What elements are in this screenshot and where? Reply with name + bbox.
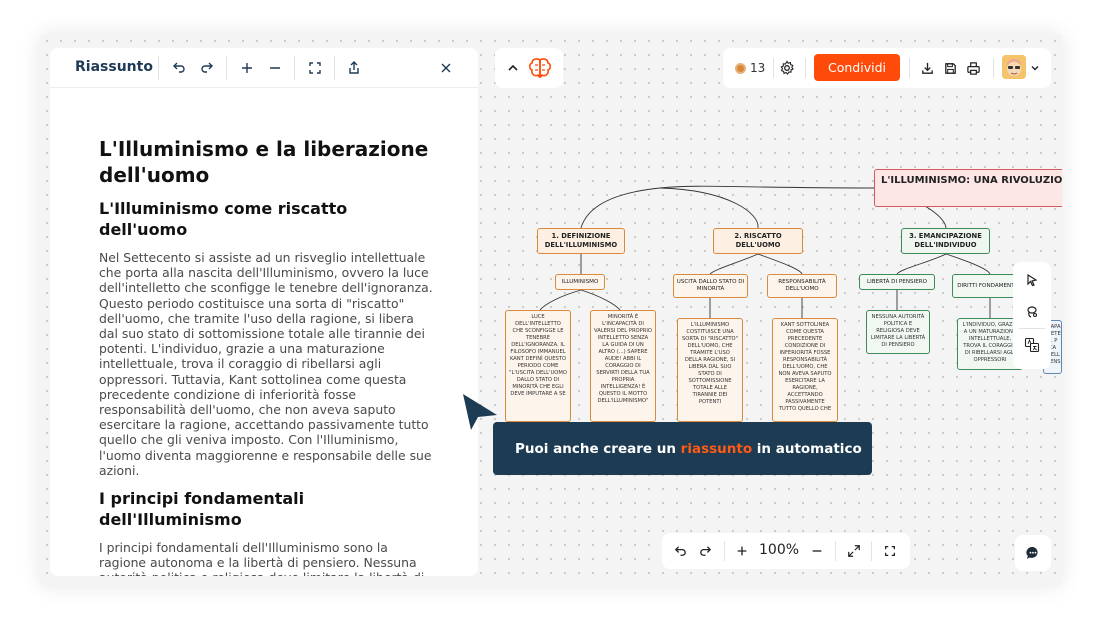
mindmap-tag-responsabilita[interactable]: RESPONSABILITÀ DELL'UOMO	[767, 274, 837, 298]
mindmap-leaf[interactable]: LUCE DELL'INTELLETTO CHE SCONFIGGE LE TE…	[505, 310, 571, 422]
section-heading: L'Illuminismo come riscatto dell'uomo	[99, 199, 348, 239]
undo-icon	[173, 62, 185, 73]
toolbar-divider	[773, 58, 774, 78]
toolbar-divider	[993, 58, 994, 78]
toolbar-divider	[871, 541, 872, 561]
zoom-in-button[interactable]	[235, 56, 259, 80]
document-title: L'Illuminismo e la liberazione dell'uomo	[99, 137, 429, 187]
chevron-up-icon	[508, 64, 518, 71]
plus-icon	[737, 546, 747, 556]
close-icon	[441, 63, 451, 73]
fullscreen-icon	[885, 546, 895, 556]
undo-button[interactable]	[167, 56, 191, 80]
lasso-tool-button[interactable]	[1022, 302, 1042, 322]
redo-icon	[699, 545, 711, 556]
summary-toolbar: Riassunto	[50, 48, 478, 88]
chat-button[interactable]	[1015, 535, 1051, 571]
save-icon	[944, 62, 956, 74]
lasso-icon	[1027, 306, 1038, 318]
toolbar-divider	[334, 56, 335, 80]
translate-icon	[1024, 337, 1040, 353]
redo-button[interactable]	[695, 541, 715, 561]
account-menu-button[interactable]	[1028, 58, 1042, 78]
download-icon	[921, 62, 933, 74]
share-icon	[349, 61, 359, 74]
section-heading: I principi fondamentali dell'Illuminismo	[99, 489, 305, 530]
mindmap-tag-illuminismo[interactable]: ILLUMINISMO	[555, 274, 605, 290]
mindmap-tag-uscita[interactable]: USCITA DALLO STATO DI MINORITÀ	[673, 274, 748, 298]
app-window: Riassunto L'Illuminismo e la liberazione…	[40, 34, 1062, 586]
fullscreen-button[interactable]	[303, 56, 327, 80]
avatar[interactable]	[1002, 55, 1026, 79]
credits-counter[interactable]: 13	[735, 58, 765, 78]
print-icon	[966, 61, 980, 75]
minus-icon	[812, 550, 822, 552]
brain-icon	[528, 58, 552, 78]
settings-icon	[780, 60, 794, 75]
toolbar-divider	[909, 58, 910, 78]
mindmap-leaf[interactable]: L'ILLUMINISMO COSTITUISCE UNA SORTA DI "…	[677, 318, 743, 422]
settings-button[interactable]	[777, 58, 797, 78]
toolbar-divider	[158, 56, 159, 80]
mindmap-tag-liberta[interactable]: LIBERTÀ DI PENSIERO	[859, 274, 935, 290]
mindmap-node-riscatto[interactable]: 2. RISCATTO DELL'UOMO	[713, 228, 803, 254]
print-button[interactable]	[963, 58, 983, 78]
summary-document: L'Illuminismo e la liberazione dell'uomo…	[99, 136, 433, 576]
summary-panel: Riassunto L'Illuminismo e la liberazione…	[50, 48, 478, 576]
plus-icon	[242, 63, 252, 73]
summary-title: Riassunto	[75, 59, 153, 75]
summary-tooltip: Puoi anche creare un riassunto in automa…	[493, 422, 872, 475]
toolbar-divider	[294, 56, 295, 80]
expand-icon	[848, 545, 860, 557]
select-tool-button[interactable]	[1022, 270, 1042, 290]
download-button[interactable]	[917, 58, 937, 78]
zoom-level: 100%	[759, 542, 800, 558]
zoom-out-button[interactable]	[807, 541, 827, 561]
toolbar-divider	[1019, 328, 1045, 329]
section-paragraph[interactable]: I principi fondamentali dell'Illuminismo…	[99, 540, 433, 576]
side-toolbar	[1013, 262, 1051, 369]
save-button[interactable]	[940, 58, 960, 78]
toolbar-divider	[835, 541, 836, 561]
zoom-out-button[interactable]	[263, 56, 287, 80]
mindmap-node-definizione[interactable]: 1. DEFINIZIONE DELL'ILLUMINISMO	[537, 228, 625, 254]
undo-button[interactable]	[670, 541, 690, 561]
fullscreen-icon	[309, 62, 321, 74]
chevron-down-icon	[1031, 66, 1039, 71]
toolbar-divider	[724, 541, 725, 561]
collapse-button[interactable]	[503, 58, 523, 78]
share-button[interactable]: Condividi	[814, 54, 900, 81]
chat-icon	[1026, 546, 1038, 559]
undo-icon	[674, 545, 686, 556]
avatar-image	[1002, 55, 1026, 79]
fullscreen-button[interactable]	[880, 541, 900, 561]
fit-view-button[interactable]	[844, 541, 864, 561]
brain-button[interactable]	[527, 56, 553, 80]
map-menu	[495, 48, 563, 88]
export-button[interactable]	[342, 56, 366, 80]
close-panel-button[interactable]	[434, 56, 458, 80]
toolbar-divider	[226, 56, 227, 80]
tooltip-accent: riassunto	[680, 440, 753, 457]
mindmap-node-emancipazione[interactable]: 3. EMANCIPAZIONE DELL'INDIVIDUO	[901, 228, 990, 254]
tooltip-text: in automatico	[752, 440, 862, 457]
redo-icon	[201, 62, 213, 73]
tooltip-text: Puoi anche creare un	[515, 440, 681, 457]
redo-button[interactable]	[195, 56, 219, 80]
toolbar-divider	[805, 58, 806, 78]
zoom-in-button[interactable]	[732, 541, 752, 561]
coin-icon	[735, 62, 746, 74]
section-paragraph[interactable]: Nel Settecento si assiste ad un risvegli…	[99, 250, 433, 478]
credits-value: 13	[750, 61, 766, 75]
translate-button[interactable]	[1022, 335, 1042, 355]
mindmap-leaf[interactable]: NESSUNA AUTORITÀ POLITICA E RELIGIOSA DE…	[866, 310, 930, 354]
mindmap-root-node[interactable]: L'ILLUMINISMO: UNA RIVOLUZIONE INTELLETT…	[874, 169, 1062, 207]
mindmap-leaf[interactable]: KANT SOTTOLINEA COME QUESTA PRECEDENTE C…	[772, 318, 838, 422]
minus-icon	[270, 67, 280, 69]
select-cursor-icon	[1027, 273, 1038, 287]
mindmap-leaf[interactable]: MINORITÀ È L'INCAPACITÀ DI VALERSI DEL P…	[590, 310, 656, 422]
